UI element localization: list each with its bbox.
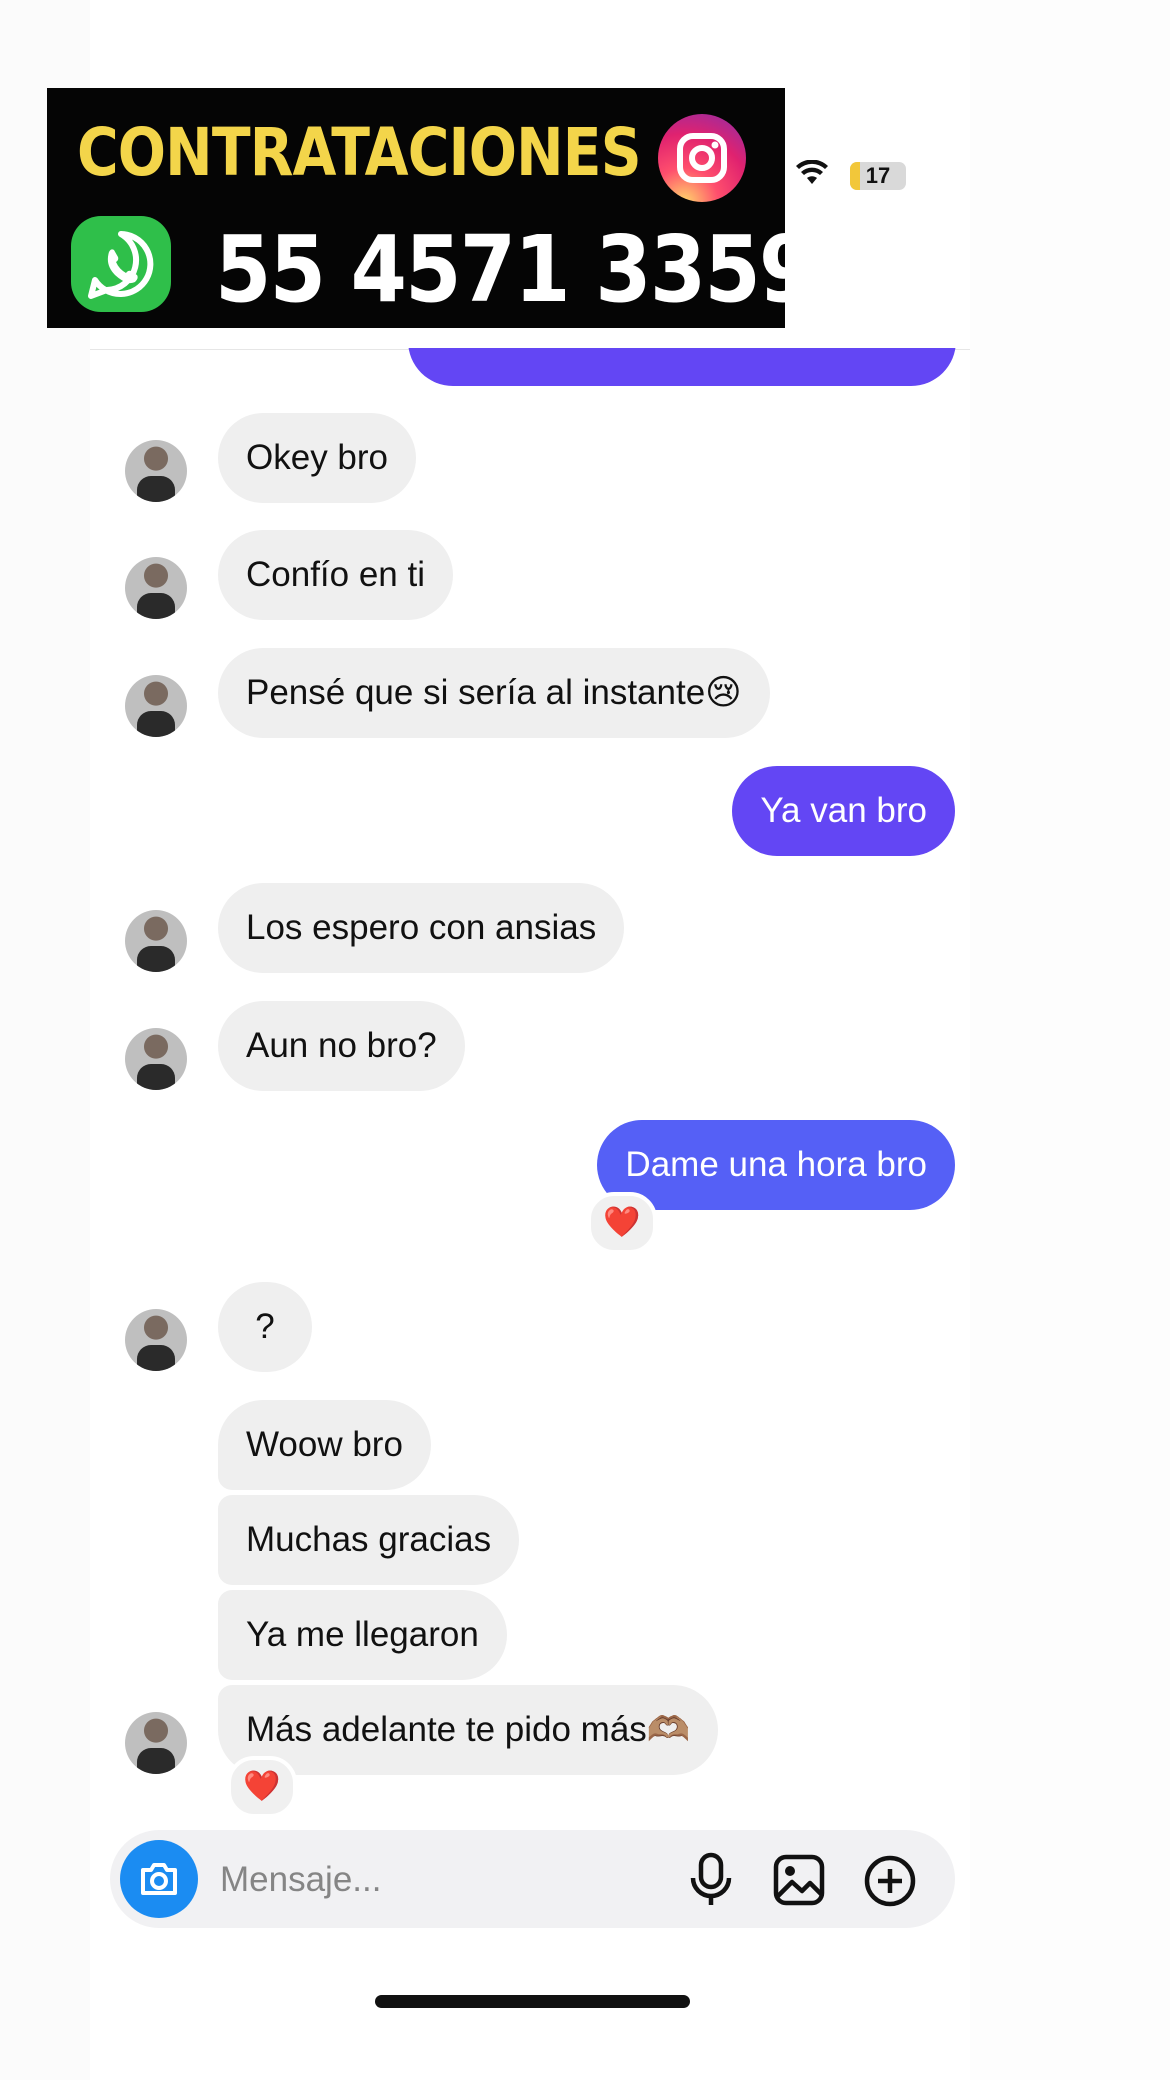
avatar[interactable]	[125, 440, 187, 502]
battery-level: 17	[865, 163, 891, 188]
home-indicator[interactable]	[375, 1995, 690, 2008]
right-margin	[970, 0, 1170, 2080]
incoming-message[interactable]: Muchas gracias	[218, 1495, 520, 1585]
outgoing-message[interactable]: Dame una hora bro	[597, 1120, 955, 1210]
message-composer	[110, 1830, 955, 1928]
battery-icon: 17	[850, 162, 906, 190]
banner-phone-number: 55 4571 3359	[215, 216, 815, 323]
promo-banner: CONTRATACIONES 55 4571 3359	[47, 88, 815, 328]
incoming-message[interactable]: ?	[218, 1282, 312, 1372]
camera-button[interactable]	[120, 1840, 198, 1918]
incoming-message[interactable]: Confío en ti	[218, 530, 453, 620]
avatar[interactable]	[125, 910, 187, 972]
wifi-icon	[796, 160, 828, 184]
heart-reaction[interactable]: ❤️	[227, 1756, 297, 1818]
incoming-message[interactable]: Ya me llegaron	[218, 1590, 507, 1680]
incoming-message[interactable]: Aun no bro?	[218, 1001, 465, 1091]
incoming-message[interactable]: Pensé que si sería al instante😢	[218, 648, 770, 738]
outgoing-message[interactable]: Ya van bro	[732, 766, 955, 856]
avatar[interactable]	[125, 1309, 187, 1371]
microphone-icon[interactable]	[688, 1852, 734, 1908]
incoming-message[interactable]: Más adelante te pido más🫶🏽	[218, 1685, 719, 1775]
message-input[interactable]	[218, 1854, 662, 1906]
avatar[interactable]	[125, 675, 187, 737]
banner-title: CONTRATACIONES	[77, 114, 642, 191]
incoming-message[interactable]: Woow bro	[218, 1400, 431, 1490]
instagram-icon	[658, 114, 746, 202]
incoming-message[interactable]: Los espero con ansias	[218, 883, 625, 973]
whatsapp-icon	[71, 216, 171, 312]
gallery-icon[interactable]	[773, 1854, 825, 1906]
heart-reaction[interactable]: ❤️	[587, 1192, 657, 1254]
camera-icon	[141, 1863, 177, 1895]
add-icon[interactable]	[863, 1854, 917, 1908]
avatar[interactable]	[125, 1712, 187, 1774]
avatar[interactable]	[125, 557, 187, 619]
incoming-message[interactable]: Okey bro	[218, 413, 416, 503]
avatar[interactable]	[125, 1028, 187, 1090]
